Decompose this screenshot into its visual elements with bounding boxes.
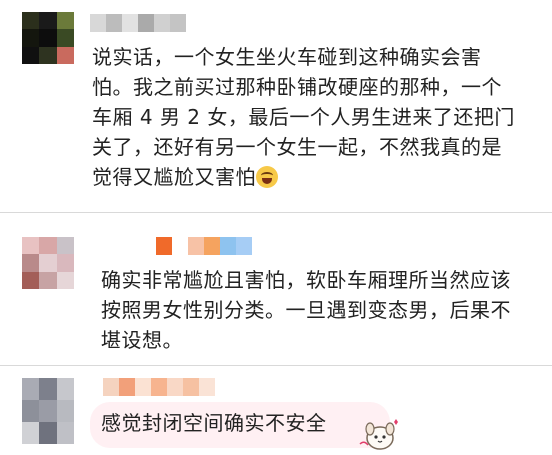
username-mosaic-tile [135,378,151,396]
comment-item[interactable]: 确实非常尴尬且害怕，软卧车厢理所当然应该 按照男女性别分类。一旦遇到变态男，后果… [0,213,552,365]
username-mosaic-tile [151,378,167,396]
avatar-mosaic-tile [56,12,74,30]
cute-dog-sticker-icon [359,419,398,450]
avatar-mosaic-tile [22,422,40,444]
username-mosaic-tile [156,237,172,255]
avatar[interactable] [22,12,74,64]
avatar-mosaic-tile [22,12,40,30]
username-mosaic-tile [172,237,188,255]
avatar-mosaic-tile [22,254,40,272]
avatar-mosaic-tile [56,422,74,444]
avatar-mosaic-tile [22,237,40,255]
avatar-mosaic-tile [56,378,74,400]
username-mosaic-tile [204,237,220,255]
avatar-mosaic-tile [39,271,57,289]
username-mosaic-tile [122,14,138,32]
avatar-mosaic-tile [39,29,57,47]
avatar[interactable] [22,378,74,444]
comment-item[interactable]: 感觉封闭空间确实不安全 [0,366,552,455]
avatar-mosaic-tile [56,237,74,255]
username-mosaic-tile [154,14,170,32]
username-mosaic-tile [106,14,122,32]
username-mosaic-tile [188,237,204,255]
username-mosaic-tile [199,378,215,396]
username-mosaic-tile [119,378,135,396]
username-mosaic-tile [167,378,183,396]
username[interactable] [103,378,215,396]
avatar-mosaic-tile [22,400,40,422]
username-mosaic-tile [183,378,199,396]
comment-item[interactable]: 说实话，一个女生坐火车碰到这种确实会害 怕。我之前买过那种卧铺改硬座的那种，一个… [0,0,552,212]
avatar-mosaic-tile [39,378,57,400]
username-mosaic-tile [90,14,106,32]
comment-text: 确实非常尴尬且害怕，软卧车厢理所当然应该 按照男女性别分类。一旦遇到变态男，后果… [101,268,511,352]
username-mosaic-tile [138,14,154,32]
avatar-mosaic-tile [22,46,40,64]
username[interactable] [156,237,252,255]
avatar-mosaic-tile [56,254,74,272]
username-mosaic-tile [170,14,186,32]
avatar-mosaic-tile [39,46,57,64]
comment-text: 说实话，一个女生坐火车碰到这种确实会害 怕。我之前买过那种卧铺改硬座的那种，一个… [92,45,515,189]
avatar-mosaic-tile [56,400,74,422]
avatar-mosaic-tile [39,12,57,30]
avatar-mosaic-tile [56,271,74,289]
avatar-mosaic-tile [39,254,57,272]
avatar-mosaic-tile [39,422,57,444]
avatar-mosaic-tile [39,400,57,422]
avatar-mosaic-tile [56,29,74,47]
username-mosaic-tile [103,378,119,396]
avatar-mosaic-tile [22,378,40,400]
username-mosaic-tile [236,237,252,255]
username-mosaic-tile [220,237,236,255]
avatar-mosaic-tile [22,29,40,47]
username[interactable] [90,14,186,32]
avatar-mosaic-tile [22,271,40,289]
avatar[interactable] [22,237,74,289]
avatar-mosaic-tile [39,237,57,255]
avatar-mosaic-tile [56,46,74,64]
face-with-tears-of-joy-icon [256,166,278,188]
